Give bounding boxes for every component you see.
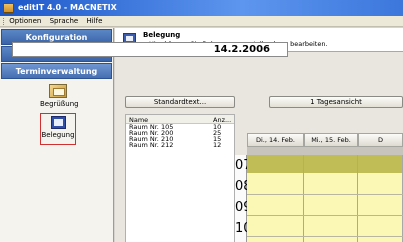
day-column[interactable] (358, 155, 403, 242)
hour-divider (247, 194, 403, 195)
day-header[interactable]: Mi., 15. Feb. (304, 133, 358, 147)
busy-slot[interactable] (358, 155, 402, 173)
calendar-icon (50, 116, 66, 129)
all-day-strip (247, 147, 403, 155)
greeting-icon (49, 84, 67, 98)
menu-optionen[interactable]: Optionen (9, 16, 41, 27)
calendar-grid[interactable] (247, 155, 403, 242)
day-header[interactable]: D (358, 133, 403, 147)
menu-sprache[interactable]: Sprache (50, 16, 79, 27)
standardtext-button[interactable]: Standardtext... (125, 96, 235, 108)
day-column[interactable] (247, 155, 304, 242)
calendar-day-headers: Di., 14. Feb. Mi., 15. Feb. D (247, 133, 403, 147)
menu-hilfe[interactable]: Hilfe (86, 16, 102, 27)
sidebar-item-begruessung[interactable]: Begrüßung (40, 84, 79, 108)
day-column[interactable] (304, 155, 358, 242)
menu-grip (3, 17, 4, 25)
sidebar-item-label: Begrüßung (40, 100, 79, 108)
sidebar: Konfiguration Redaktion Terminverwaltung… (0, 28, 114, 242)
hour-divider (247, 215, 403, 216)
sidebar-item-label: Belegung (41, 131, 75, 139)
day-header[interactable]: Di., 14. Feb. (247, 133, 304, 147)
page-title: Belegung (143, 31, 181, 39)
menu-bar: Optionen Sprache Hilfe (0, 16, 403, 27)
busy-slot[interactable] (304, 155, 357, 173)
time-column: 0700 0800 0900 1000 (235, 155, 259, 242)
hour-divider (247, 236, 403, 237)
app-icon (3, 3, 14, 13)
room-count: 12 (213, 141, 222, 149)
rooms-table: Name Anz... Raum Nr. 105 10 Raum Nr. 200… (125, 114, 235, 242)
nav-terminverwaltung[interactable]: Terminverwaltung (1, 63, 112, 79)
window-title: editIT 4.0 - MACNETIX (18, 3, 117, 12)
busy-slot[interactable] (247, 155, 303, 173)
date-field[interactable]: 14.2.2006 (12, 42, 288, 57)
table-row[interactable]: Raum Nr. 212 12 (126, 141, 234, 149)
sidebar-item-belegung[interactable]: Belegung (40, 113, 76, 145)
room-name: Raum Nr. 212 (129, 141, 174, 149)
title-bar: editIT 4.0 - MACNETIX (0, 0, 403, 16)
day-view-button[interactable]: 1 Tagesansicht (269, 96, 403, 108)
